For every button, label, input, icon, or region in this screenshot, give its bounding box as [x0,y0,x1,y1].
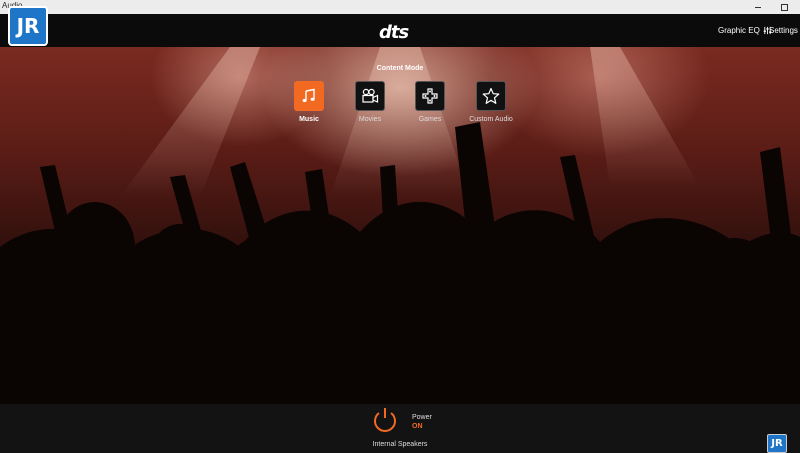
power-button-icon[interactable] [370,404,400,434]
mode-tile [415,81,445,111]
mode-games-button[interactable]: Games [400,81,460,123]
window-titlebar: Audio [0,0,800,14]
app-header: dts Graphic EQ Settings [0,14,800,47]
content-mode-title: Content Mode [376,65,424,72]
watermark-logo-small: JR [767,434,787,453]
mode-tile [294,81,324,111]
mode-tile [476,81,506,111]
mode-custom-audio-button[interactable]: Custom Audio [461,81,521,123]
movie-camera-icon [362,88,379,103]
power-label: Power [412,414,432,421]
settings-label: Settings [769,26,798,35]
watermark-logo: JR [8,6,48,46]
power-status: ON [412,423,423,430]
mode-label: Music [299,116,319,123]
mode-music-button[interactable]: Music [279,81,339,123]
graphic-eq-label: Graphic EQ [718,26,760,35]
star-icon [482,87,500,104]
minimize-button[interactable] [752,1,764,13]
output-device-label[interactable]: Internal Speakers [0,441,800,448]
mode-label: Movies [358,116,382,123]
mode-label: Games [418,116,442,123]
gamepad-icon [422,88,438,104]
mode-tile [355,81,385,111]
music-note-icon [302,88,315,103]
settings-button[interactable]: Settings [769,26,800,35]
mode-movies-button[interactable]: Movies [340,81,400,123]
dts-logo: dts [379,22,409,43]
mode-label: Custom Audio [469,116,513,123]
maximize-button[interactable] [778,1,790,13]
graphic-eq-button[interactable]: Graphic EQ [718,26,772,35]
